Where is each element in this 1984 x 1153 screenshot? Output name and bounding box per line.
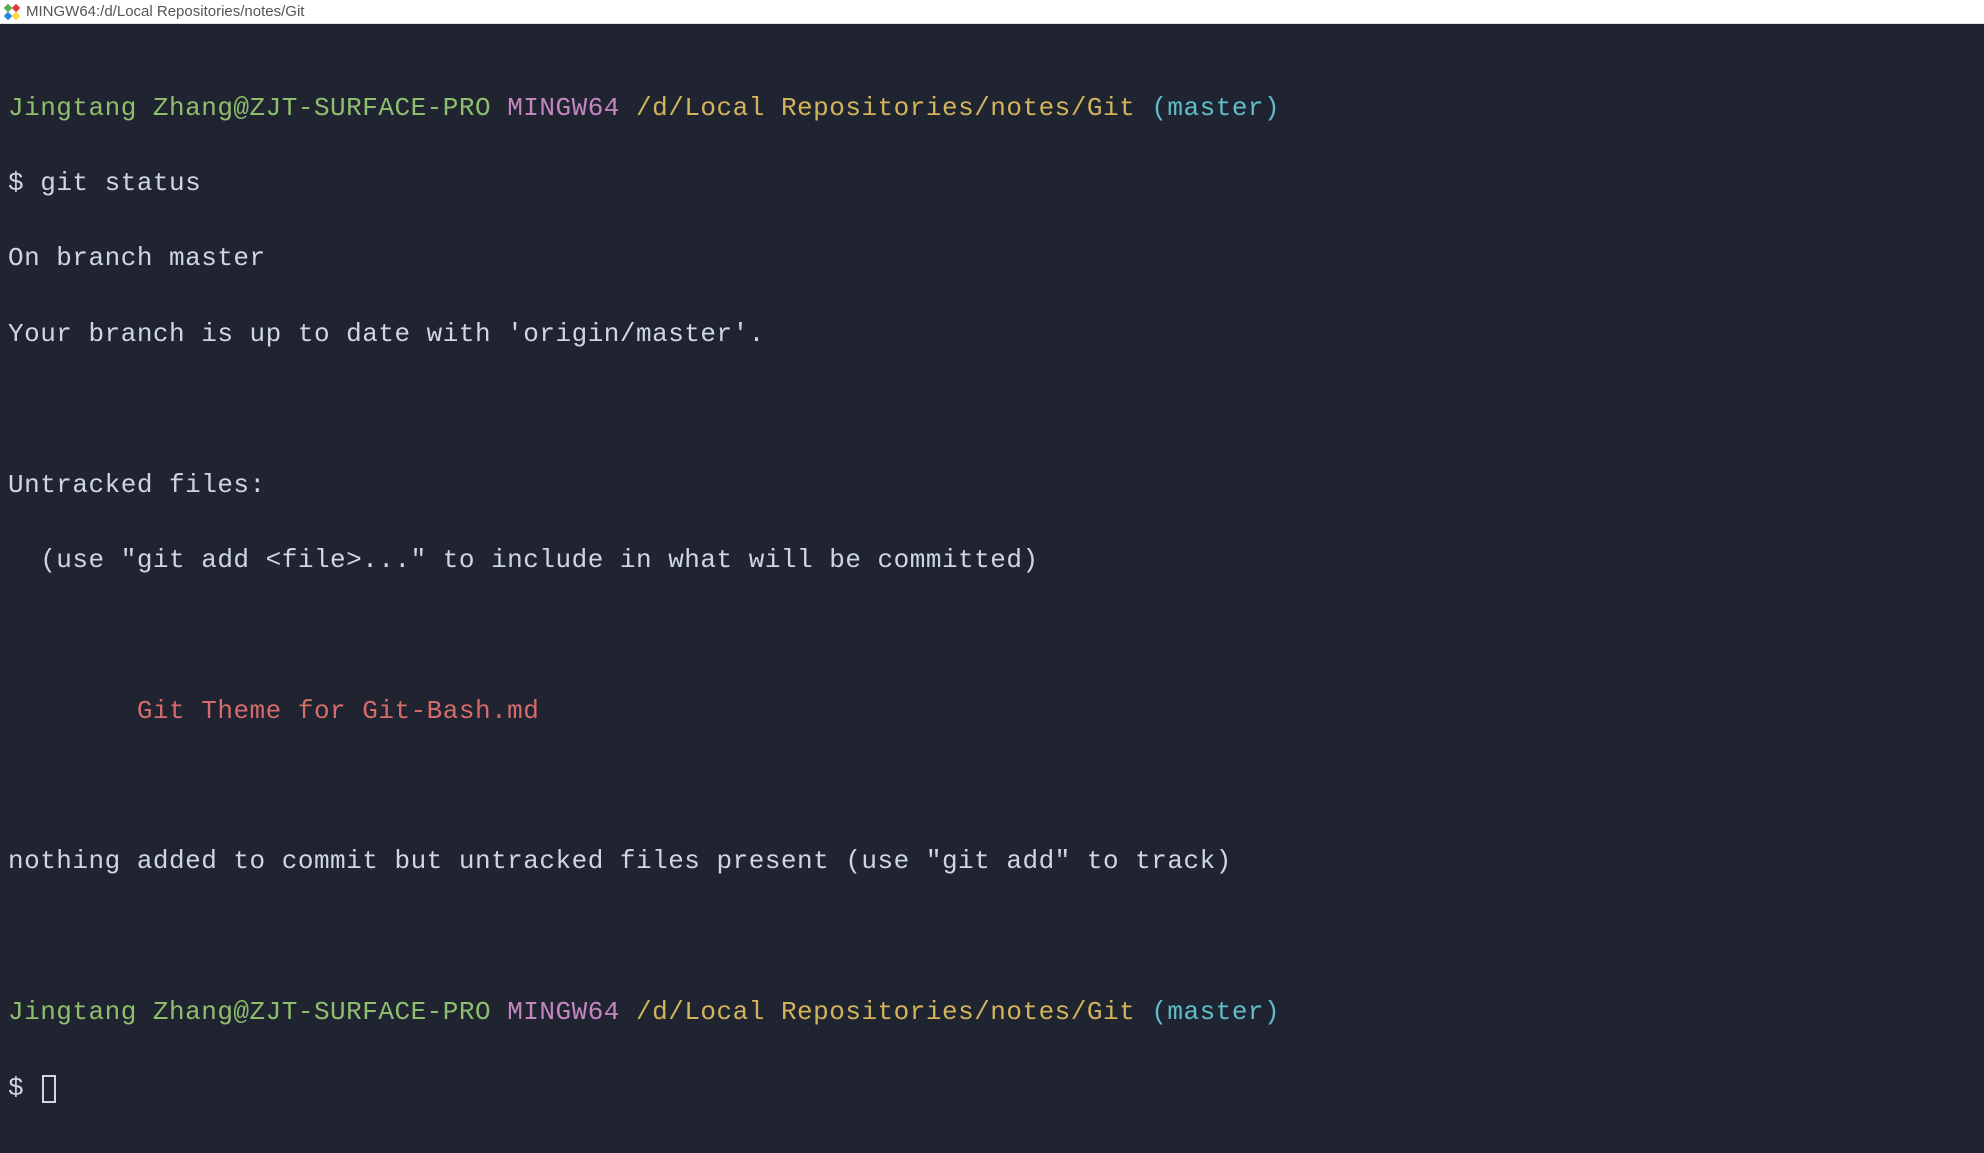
untracked-indent <box>8 696 137 726</box>
output-blank-4 <box>8 919 1976 957</box>
output-up-to-date: Your branch is up to date with 'origin/m… <box>8 316 1976 354</box>
untracked-file: Git Theme for Git-Bash.md <box>137 696 540 726</box>
output-untracked-hint: (use "git add <file>..." to include in w… <box>8 542 1976 580</box>
cursor <box>42 1075 56 1103</box>
command-line-1: $ git status <box>8 165 1976 203</box>
output-nothing-added: nothing added to commit but untracked fi… <box>8 843 1976 881</box>
prompt-line-1: Jingtang Zhang@ZJT-SURFACE-PRO MINGW64 /… <box>8 90 1976 128</box>
output-untracked-file-line: Git Theme for Git-Bash.md <box>8 693 1976 731</box>
prompt-branch: (master) <box>1151 997 1280 1027</box>
command-text: git status <box>40 168 201 198</box>
output-blank-3 <box>8 768 1976 806</box>
prompt-host: MINGW64 <box>507 93 620 123</box>
prompt-user: Jingtang Zhang@ZJT-SURFACE-PRO <box>8 997 491 1027</box>
terminal-area[interactable]: Jingtang Zhang@ZJT-SURFACE-PRO MINGW64 /… <box>0 24 1984 1153</box>
prompt-path: /d/Local Repositories/notes/Git <box>636 93 1135 123</box>
output-untracked-header: Untracked files: <box>8 467 1976 505</box>
prompt-path: /d/Local Repositories/notes/Git <box>636 997 1135 1027</box>
prompt-line-2: Jingtang Zhang@ZJT-SURFACE-PRO MINGW64 /… <box>8 994 1976 1032</box>
prompt-host: MINGW64 <box>507 997 620 1027</box>
git-bash-icon <box>4 4 20 20</box>
window-title-text: MINGW64:/d/Local Repositories/notes/Git <box>26 3 304 20</box>
prompt-char: $ <box>8 1073 40 1103</box>
prompt-user: Jingtang Zhang@ZJT-SURFACE-PRO <box>8 93 491 123</box>
command-line-2: $ <box>8 1070 1976 1108</box>
window-title-bar[interactable]: MINGW64:/d/Local Repositories/notes/Git <box>0 0 1984 24</box>
output-branch: On branch master <box>8 240 1976 278</box>
output-blank-2 <box>8 617 1976 655</box>
output-blank-1 <box>8 391 1976 429</box>
prompt-branch: (master) <box>1151 93 1280 123</box>
prompt-char: $ <box>8 168 40 198</box>
